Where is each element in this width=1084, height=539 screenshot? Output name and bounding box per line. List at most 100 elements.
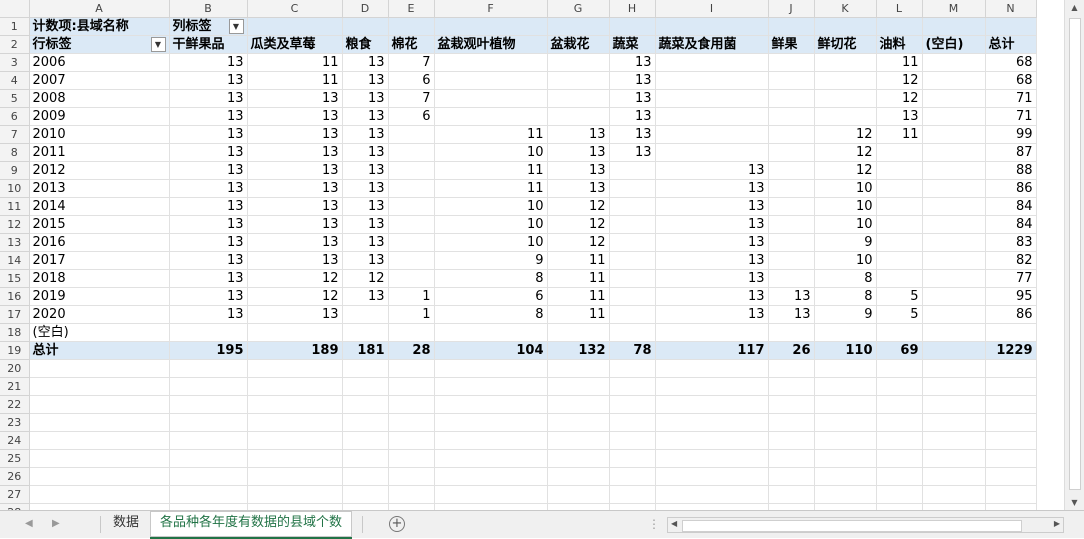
column-header[interactable]: E	[388, 0, 435, 18]
empty-cell[interactable]	[388, 485, 435, 504]
value-cell[interactable]: 13	[247, 233, 343, 252]
value-cell[interactable]	[434, 323, 548, 342]
column-header[interactable]: M	[922, 0, 986, 18]
empty-cell[interactable]	[247, 377, 343, 396]
pivot-column-header[interactable]: 盆栽观叶植物	[434, 35, 548, 54]
column-header[interactable]: J	[768, 0, 815, 18]
value-cell[interactable]	[609, 323, 656, 342]
value-cell[interactable]	[434, 89, 548, 108]
value-cell[interactable]: 13	[655, 233, 769, 252]
value-cell[interactable]: 13	[169, 179, 248, 198]
row-label-cell[interactable]: 2018	[29, 269, 170, 288]
empty-cell[interactable]	[342, 377, 389, 396]
value-cell[interactable]: 11	[247, 71, 343, 90]
value-cell[interactable]: 99	[985, 125, 1037, 144]
row-header[interactable]: 21	[0, 377, 30, 396]
pivot-column-header[interactable]: 蔬菜及食用菌	[655, 35, 769, 54]
value-cell[interactable]: 189	[247, 341, 343, 360]
empty-cell[interactable]	[609, 485, 656, 504]
row-header[interactable]: 13	[0, 233, 30, 252]
value-cell[interactable]: 7	[388, 53, 435, 72]
empty-cell[interactable]	[609, 395, 656, 414]
value-cell[interactable]: 10	[814, 251, 877, 270]
value-cell[interactable]	[655, 125, 769, 144]
empty-cell[interactable]	[247, 485, 343, 504]
value-cell[interactable]	[609, 251, 656, 270]
empty-cell[interactable]	[922, 467, 986, 486]
value-cell[interactable]	[342, 305, 389, 324]
value-cell[interactable]	[922, 143, 986, 162]
value-cell[interactable]: 10	[434, 233, 548, 252]
empty-cell[interactable]	[547, 467, 610, 486]
row-label-cell[interactable]: (空白)	[29, 323, 170, 342]
row-filter-dropdown-icon[interactable]: ▼	[150, 37, 166, 52]
value-cell[interactable]	[388, 179, 435, 198]
value-cell[interactable]: 13	[655, 161, 769, 180]
value-cell[interactable]: 77	[985, 269, 1037, 288]
value-cell[interactable]: 13	[342, 53, 389, 72]
value-cell[interactable]	[388, 251, 435, 270]
empty-cell[interactable]	[247, 413, 343, 432]
value-cell[interactable]	[814, 323, 877, 342]
value-cell[interactable]: 110	[814, 341, 877, 360]
row-label-cell[interactable]: 2014	[29, 197, 170, 216]
value-cell[interactable]: 13	[655, 287, 769, 306]
row-header[interactable]: 9	[0, 161, 30, 180]
value-cell[interactable]	[547, 89, 610, 108]
empty-cell[interactable]	[29, 431, 170, 450]
scroll-left-icon[interactable]: ◀	[671, 519, 677, 528]
value-cell[interactable]: 6	[388, 71, 435, 90]
empty-cell[interactable]	[922, 485, 986, 504]
empty-cell[interactable]	[814, 377, 877, 396]
value-cell[interactable]	[388, 161, 435, 180]
value-cell[interactable]: 7	[388, 89, 435, 108]
value-cell[interactable]	[768, 161, 815, 180]
empty-cell[interactable]	[876, 377, 923, 396]
value-cell[interactable]: 13	[609, 53, 656, 72]
value-cell[interactable]	[609, 179, 656, 198]
value-cell[interactable]: 13	[768, 305, 815, 324]
vertical-scroll-thumb[interactable]	[1069, 18, 1081, 490]
value-cell[interactable]: 13	[169, 287, 248, 306]
value-cell[interactable]: 9	[814, 233, 877, 252]
value-cell[interactable]: 13	[609, 71, 656, 90]
value-cell[interactable]	[388, 323, 435, 342]
empty-cell[interactable]	[922, 449, 986, 468]
value-cell[interactable]	[768, 251, 815, 270]
value-cell[interactable]: 71	[985, 107, 1037, 126]
value-cell[interactable]	[768, 269, 815, 288]
pivot-column-header[interactable]: 粮食	[342, 35, 389, 54]
value-cell[interactable]	[814, 53, 877, 72]
value-cell[interactable]: 10	[434, 215, 548, 234]
empty-cell[interactable]	[247, 431, 343, 450]
value-cell[interactable]: 11	[434, 179, 548, 198]
value-cell[interactable]: 95	[985, 287, 1037, 306]
value-cell[interactable]: 10	[814, 197, 877, 216]
value-cell[interactable]: 13	[655, 251, 769, 270]
value-cell[interactable]	[768, 125, 815, 144]
value-cell[interactable]: 1229	[985, 341, 1037, 360]
value-cell[interactable]: 13	[655, 305, 769, 324]
empty-cell[interactable]	[169, 485, 248, 504]
value-cell[interactable]: 13	[247, 89, 343, 108]
empty-cell[interactable]	[342, 359, 389, 378]
empty-cell[interactable]	[876, 449, 923, 468]
value-cell[interactable]	[434, 71, 548, 90]
value-cell[interactable]: 13	[169, 305, 248, 324]
value-cell[interactable]: 5	[876, 287, 923, 306]
value-cell[interactable]: 6	[434, 287, 548, 306]
empty-cell[interactable]	[247, 395, 343, 414]
value-cell[interactable]: 13	[342, 125, 389, 144]
row-label-cell[interactable]: 2009	[29, 107, 170, 126]
value-cell[interactable]	[768, 71, 815, 90]
value-cell[interactable]: 69	[876, 341, 923, 360]
row-label-cell[interactable]: 2015	[29, 215, 170, 234]
pivot-column-header[interactable]: 瓜类及草莓	[247, 35, 343, 54]
value-cell[interactable]	[922, 215, 986, 234]
empty-cell[interactable]	[609, 413, 656, 432]
value-cell[interactable]: 10	[434, 197, 548, 216]
empty-cell[interactable]	[768, 413, 815, 432]
value-cell[interactable]: 12	[876, 89, 923, 108]
value-cell[interactable]	[876, 143, 923, 162]
empty-cell[interactable]	[169, 431, 248, 450]
